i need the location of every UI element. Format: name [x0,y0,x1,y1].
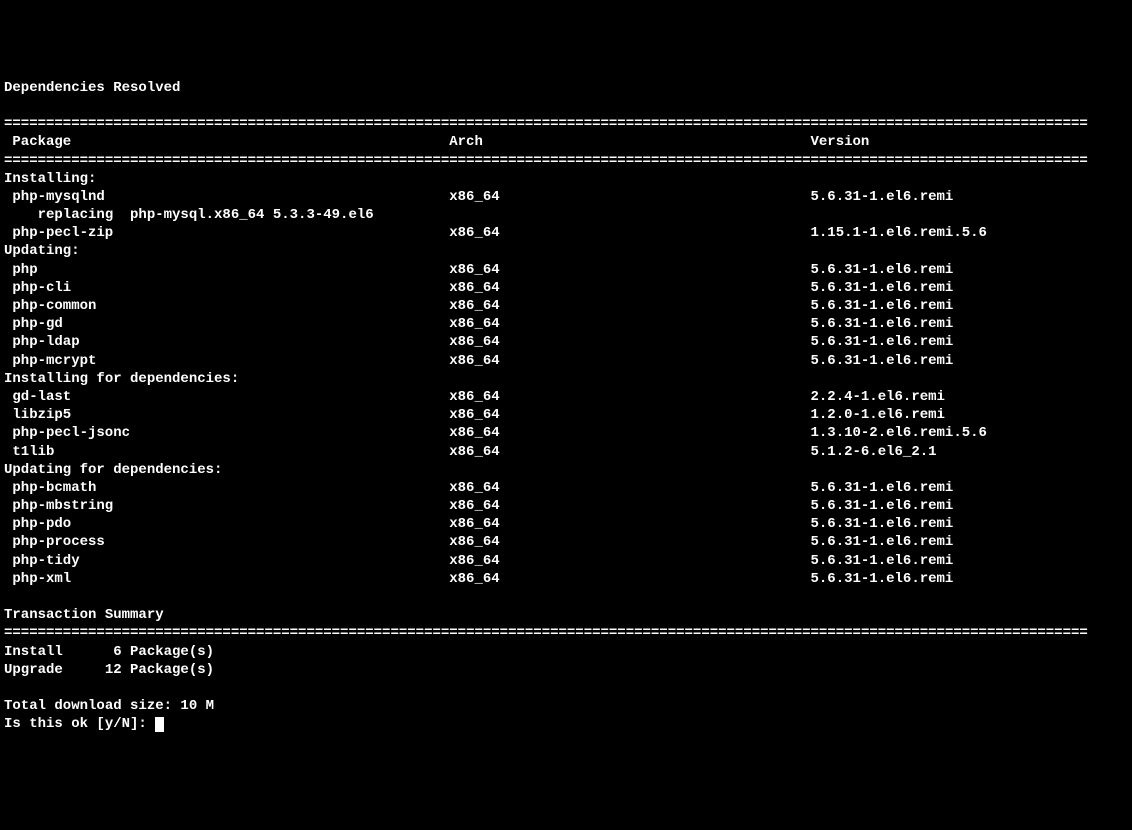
package-version: 5.6.31-1.el6.remi [811,333,954,351]
package-version: 1.3.10-2.el6.remi.5.6 [811,424,987,442]
package-version: 5.6.31-1.el6.remi [811,497,954,515]
package-note: replacing php-mysql.x86_64 5.3.3-49.el6 [4,206,1128,224]
header-package: Package [12,133,449,151]
package-version: 5.6.31-1.el6.remi [811,297,954,315]
cursor-icon [155,717,163,732]
package-version: 5.6.31-1.el6.remi [811,515,954,533]
table-row: php-ldapx86_645.6.31-1.el6.remi [4,333,1128,351]
table-row: php-mcryptx86_645.6.31-1.el6.remi [4,352,1128,370]
package-arch: x86_64 [449,570,810,588]
package-arch: x86_64 [449,533,810,551]
package-arch: x86_64 [449,279,810,297]
table-header: PackageArchVersion [4,133,1128,151]
package-name: php-xml [12,570,449,588]
package-arch: x86_64 [449,388,810,406]
table-row: php-clix86_645.6.31-1.el6.remi [4,279,1128,297]
rule-summary: ========================================… [4,624,1128,642]
package-arch: x86_64 [449,406,810,424]
package-version: 1.2.0-1.el6.remi [811,406,945,424]
package-arch: x86_64 [449,515,810,533]
package-name: php-pecl-jsonc [12,424,449,442]
package-name: php-cli [12,279,449,297]
table-row: phpx86_645.6.31-1.el6.remi [4,261,1128,279]
package-arch: x86_64 [449,497,810,515]
package-name: php [12,261,449,279]
package-name: php-mcrypt [12,352,449,370]
package-arch: x86_64 [449,479,810,497]
package-arch: x86_64 [449,443,810,461]
table-row: php-mbstringx86_645.6.31-1.el6.remi [4,497,1128,515]
package-version: 5.6.31-1.el6.remi [811,570,954,588]
section-heading: Updating for dependencies: [4,461,1128,479]
package-version: 5.6.31-1.el6.remi [811,261,954,279]
table-row: php-pecl-jsoncx86_641.3.10-2.el6.remi.5.… [4,424,1128,442]
package-version: 1.15.1-1.el6.remi.5.6 [811,224,987,242]
package-arch: x86_64 [449,297,810,315]
confirm-prompt[interactable]: Is this ok [y/N]: [4,715,1128,733]
table-row: php-gdx86_645.6.31-1.el6.remi [4,315,1128,333]
package-arch: x86_64 [449,552,810,570]
blank [4,97,1128,115]
package-name: gd-last [12,388,449,406]
package-arch: x86_64 [449,315,810,333]
package-version: 5.6.31-1.el6.remi [811,479,954,497]
table-row: gd-lastx86_642.2.4-1.el6.remi [4,388,1128,406]
blank [4,588,1128,606]
transaction-title: Transaction Summary [4,606,1128,624]
terminal-output: Dependencies Resolved ==================… [4,79,1128,734]
header-version: Version [811,133,870,151]
package-name: php-pecl-zip [12,224,449,242]
package-version: 5.6.31-1.el6.remi [811,552,954,570]
package-version: 5.6.31-1.el6.remi [811,279,954,297]
package-arch: x86_64 [449,261,810,279]
package-arch: x86_64 [449,352,810,370]
download-size: Total download size: 10 M [4,697,1128,715]
package-arch: x86_64 [449,333,810,351]
package-name: t1lib [12,443,449,461]
table-row: php-tidyx86_645.6.31-1.el6.remi [4,552,1128,570]
package-name: php-mbstring [12,497,449,515]
package-version: 2.2.4-1.el6.remi [811,388,945,406]
package-name: php-mysqlnd [12,188,449,206]
section-heading: Installing for dependencies: [4,370,1128,388]
blank [4,679,1128,697]
package-version: 5.6.31-1.el6.remi [811,315,954,333]
package-arch: x86_64 [449,188,810,206]
table-row: libzip5x86_641.2.0-1.el6.remi [4,406,1128,424]
prompt-text: Is this ok [y/N]: [4,716,155,732]
rule-header: ========================================… [4,152,1128,170]
package-name: php-gd [12,315,449,333]
table-row: t1libx86_645.1.2-6.el6_2.1 [4,443,1128,461]
package-name: php-bcmath [12,479,449,497]
table-row: php-commonx86_645.6.31-1.el6.remi [4,297,1128,315]
package-name: php-ldap [12,333,449,351]
section-heading: Updating: [4,242,1128,260]
title: Dependencies Resolved [4,79,1128,97]
table-row: php-bcmathx86_645.6.31-1.el6.remi [4,479,1128,497]
package-name: php-tidy [12,552,449,570]
summary-install: Install 6 Package(s) [4,643,1128,661]
package-version: 5.6.31-1.el6.remi [811,352,954,370]
package-name: php-pdo [12,515,449,533]
package-version: 5.6.31-1.el6.remi [811,533,954,551]
table-row: php-processx86_645.6.31-1.el6.remi [4,533,1128,551]
package-name: php-common [12,297,449,315]
table-row: php-pecl-zipx86_641.15.1-1.el6.remi.5.6 [4,224,1128,242]
table-row: php-pdox86_645.6.31-1.el6.remi [4,515,1128,533]
rule-top: ========================================… [4,115,1128,133]
summary-upgrade: Upgrade 12 Package(s) [4,661,1128,679]
header-arch: Arch [449,133,810,151]
table-row: php-mysqlndx86_645.6.31-1.el6.remi [4,188,1128,206]
package-version: 5.1.2-6.el6_2.1 [811,443,937,461]
package-arch: x86_64 [449,224,810,242]
package-arch: x86_64 [449,424,810,442]
package-name: libzip5 [12,406,449,424]
section-heading: Installing: [4,170,1128,188]
package-version: 5.6.31-1.el6.remi [811,188,954,206]
package-name: php-process [12,533,449,551]
table-row: php-xmlx86_645.6.31-1.el6.remi [4,570,1128,588]
